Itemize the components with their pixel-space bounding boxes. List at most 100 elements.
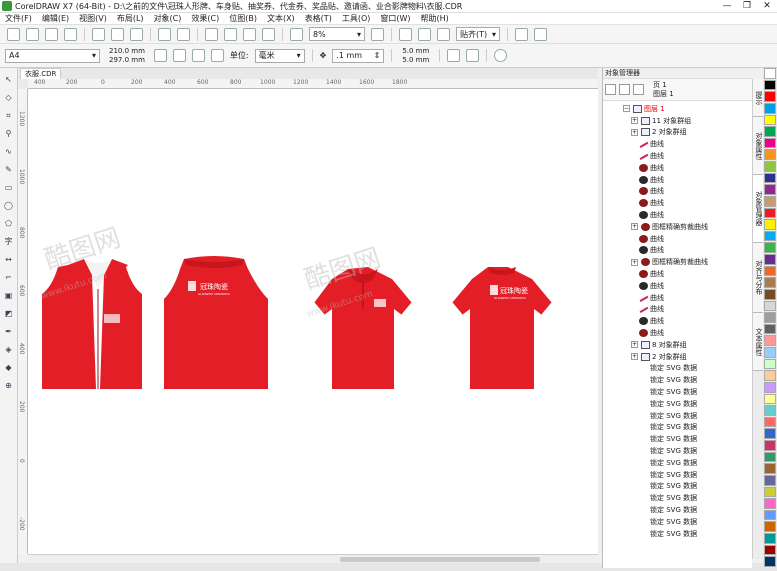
options-icon[interactable] [515, 27, 528, 41]
object-tree-row[interactable]: 锁定 SVG 数据 [603, 469, 752, 481]
object-tree-row[interactable]: 曲线 [603, 327, 752, 339]
color-swatch[interactable] [764, 486, 776, 498]
collapse-icon[interactable]: − [623, 105, 630, 113]
object-tree-row[interactable]: 锁定 SVG 数据 [603, 433, 752, 445]
expand-icon[interactable]: + [631, 341, 638, 349]
object-tree-row[interactable]: 曲线 [603, 304, 752, 316]
color-swatch[interactable] [764, 230, 776, 242]
search-content-icon[interactable] [205, 27, 218, 41]
color-swatch[interactable] [764, 544, 776, 556]
color-swatch[interactable] [764, 161, 776, 172]
expand-icon[interactable]: + [631, 128, 638, 136]
object-tree-row[interactable]: + 图框精确剪裁曲线 [603, 256, 752, 268]
pick-tool-icon[interactable]: ↖ [3, 74, 15, 86]
menu-tools[interactable]: 工具(O) [337, 13, 376, 24]
ellipse-tool-icon[interactable]: ◯ [3, 200, 15, 212]
color-swatch[interactable] [764, 556, 776, 567]
text-tool-icon[interactable]: 字 [3, 236, 15, 248]
page-size-select[interactable]: A4 ▾ [5, 48, 100, 63]
object-tree-row[interactable]: 曲线 [603, 197, 752, 209]
transparency-icon[interactable]: ◩ [3, 308, 15, 320]
print-icon[interactable] [64, 27, 77, 41]
ruler-origin[interactable] [18, 79, 28, 89]
grid-icon[interactable] [418, 27, 431, 41]
object-tree[interactable]: − 图层 1 +11 对象群组 +2 对象群组 曲线 曲线 曲线 曲线 曲线 曲线 曲线 + 图框精确剪… [603, 101, 752, 539]
object-tree-row[interactable]: 锁定 SVG 数据 [603, 528, 752, 540]
import-icon[interactable] [224, 27, 237, 41]
units-select[interactable]: 毫米 ▾ [254, 48, 305, 63]
snap-to-menu[interactable]: 贴齐(T) ▾ [456, 27, 500, 41]
connector-tool-icon[interactable]: ⌐ [3, 272, 15, 284]
drawing-scale-icon[interactable] [466, 49, 480, 62]
menu-text[interactable]: 文本(X) [262, 13, 300, 24]
new-document-icon[interactable] [7, 27, 20, 41]
color-swatch[interactable] [764, 312, 776, 323]
page-height-field[interactable]: 297.0 mm [109, 56, 145, 65]
color-swatch[interactable] [764, 347, 776, 358]
eyedropper-icon[interactable]: ✒ [3, 326, 15, 338]
object-tree-row[interactable]: 锁定 SVG 数据 [603, 504, 752, 516]
color-swatch[interactable] [764, 114, 776, 126]
landscape-icon[interactable] [172, 49, 186, 62]
color-swatch[interactable] [764, 416, 776, 428]
layer-manager-view-icon[interactable] [619, 84, 630, 95]
object-tree-row[interactable]: 曲线 [603, 138, 752, 150]
menu-object[interactable]: 对象(C) [149, 13, 187, 24]
polo-back[interactable]: 冠珠陶瓷 GUANZHU CERAMICS [451, 267, 553, 389]
expand-icon[interactable]: + [631, 353, 638, 361]
treat-as-filled-icon[interactable] [447, 49, 461, 62]
color-swatch[interactable] [764, 323, 776, 335]
object-tree-row[interactable]: 锁定 SVG 数据 [603, 398, 752, 410]
object-tree-row[interactable]: +2 对象群组 [603, 351, 752, 363]
freehand-tool-icon[interactable]: ∿ [3, 146, 15, 158]
drawing-canvas[interactable]: 冠珠陶瓷 GUANZHU CERAMICS 冠珠陶瓷 GUANZHU CERAM… [28, 89, 598, 554]
layer-options-icon[interactable] [605, 84, 616, 95]
color-swatch[interactable] [764, 335, 776, 346]
guidelines-icon[interactable] [437, 27, 450, 41]
smart-fill-icon[interactable]: ◆ [3, 362, 15, 374]
save-icon[interactable] [45, 27, 58, 41]
color-swatch[interactable] [764, 370, 776, 381]
undo-icon[interactable] [158, 27, 171, 41]
zoom-select[interactable]: 8% ▾ [309, 27, 365, 41]
add-tool-icon[interactable]: ⊕ [3, 380, 15, 392]
color-swatch[interactable] [764, 428, 776, 439]
object-tree-row[interactable]: 锁定 SVG 数据 [603, 410, 752, 422]
object-tree-row[interactable]: 曲线 [603, 209, 752, 221]
object-tree-row[interactable]: 锁定 SVG 数据 [603, 516, 752, 528]
color-swatch[interactable] [764, 126, 776, 137]
color-swatch[interactable] [764, 405, 776, 416]
parallel-dimension-icon[interactable]: ↔ [3, 254, 15, 266]
color-swatch[interactable] [764, 521, 776, 532]
color-swatch[interactable] [764, 358, 776, 370]
close-button[interactable]: ✕ [757, 1, 777, 11]
object-tree-row[interactable]: 曲线 [603, 150, 752, 162]
maximize-button[interactable]: ❐ [737, 1, 757, 11]
portrait-icon[interactable] [153, 49, 167, 62]
interactive-fill-icon[interactable]: ◈ [3, 344, 15, 356]
color-swatch[interactable] [764, 172, 776, 184]
zoom-options-icon[interactable] [371, 27, 384, 41]
object-tree-row[interactable]: 曲线 [603, 268, 752, 280]
horizontal-ruler[interactable]: 400 200 0 200 400 600 800 1000 1200 1400… [28, 79, 598, 89]
page-width-field[interactable]: 210.0 mm [109, 47, 145, 56]
duplicate-y-field[interactable]: 5.0 mm [402, 56, 429, 65]
color-swatch[interactable] [764, 288, 776, 300]
color-swatch[interactable] [764, 277, 776, 288]
color-swatch[interactable] [764, 195, 776, 207]
redo-icon[interactable] [177, 27, 190, 41]
menu-bitmaps[interactable]: 位图(B) [224, 13, 262, 24]
object-tree-row[interactable]: 锁定 SVG 数据 [603, 492, 752, 504]
color-swatch[interactable] [764, 184, 776, 195]
object-tree-row[interactable]: 曲线 [603, 174, 752, 186]
paste-icon[interactable] [130, 27, 143, 41]
color-swatch[interactable] [764, 242, 776, 253]
add-icon[interactable] [494, 49, 508, 62]
object-tree-row[interactable]: 锁定 SVG 数据 [603, 457, 752, 469]
menu-layout[interactable]: 布局(L) [112, 13, 149, 24]
vertical-ruler[interactable]: 1200 1000 800 600 400 200 0 -200 [18, 89, 28, 554]
color-swatch[interactable] [764, 265, 776, 277]
color-swatch[interactable] [764, 300, 776, 312]
object-tree-row[interactable]: 锁定 SVG 数据 [603, 374, 752, 386]
menu-edit[interactable]: 编辑(E) [37, 13, 74, 24]
